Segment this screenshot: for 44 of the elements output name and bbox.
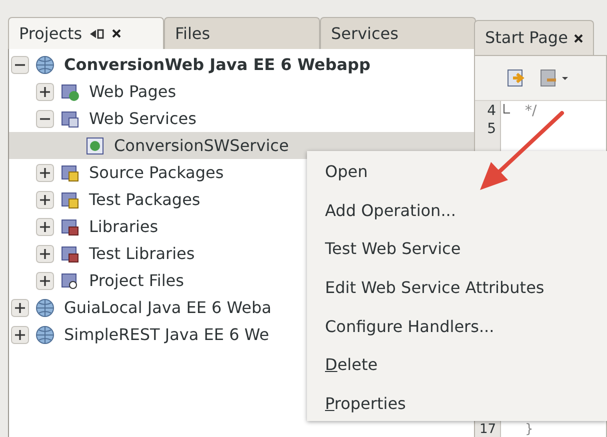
expand-icon[interactable]: [36, 218, 54, 236]
menu-item[interactable]: Configure Handlers...: [307, 308, 607, 346]
line-number: 17: [478, 423, 497, 437]
folder-icon: [60, 190, 80, 210]
folder-icon: [60, 82, 80, 102]
menu-item[interactable]: Test Web Service: [307, 230, 607, 270]
tree-item[interactable]: Web Services: [9, 105, 476, 132]
collapse-icon[interactable]: [11, 56, 29, 74]
close-icon: [112, 29, 122, 38]
editor-tab[interactable]: Start Page: [474, 20, 594, 55]
expand-icon[interactable]: [11, 326, 29, 344]
folder-icon: [60, 216, 80, 236]
tree-item[interactable]: ConversionWeb Java EE 6 Webapp: [9, 51, 476, 78]
expand-icon[interactable]: [36, 244, 54, 262]
minimize-icon: [90, 28, 104, 38]
globe-icon: [35, 324, 55, 344]
code-text: }: [525, 423, 534, 437]
panel-tab[interactable]: Services: [320, 17, 476, 49]
expand-icon[interactable]: [36, 272, 54, 290]
expand-icon[interactable]: [36, 190, 54, 208]
menu-item[interactable]: Edit Web Service Attributes: [307, 269, 607, 308]
globe-icon: [35, 54, 55, 74]
folder-icon: [60, 244, 80, 264]
expand-icon[interactable]: [36, 82, 54, 100]
menu-item[interactable]: Add Operation...: [307, 192, 607, 230]
collapse-icon[interactable]: [36, 110, 54, 128]
folder-icon: [60, 270, 80, 290]
panel-tab[interactable]: Projects: [8, 17, 164, 49]
close-icon: [574, 34, 583, 42]
code-text: */: [525, 102, 537, 119]
back-icon[interactable]: [505, 68, 525, 88]
expand-icon[interactable]: [11, 298, 29, 316]
history-icon[interactable]: [539, 68, 569, 88]
menu-item[interactable]: Delete: [307, 346, 607, 386]
folder-icon: [60, 162, 80, 182]
menu-item[interactable]: Properties: [307, 385, 607, 424]
service-icon: [85, 136, 105, 156]
folder-icon: [60, 108, 80, 128]
expand-icon[interactable]: [36, 164, 54, 182]
tree-item[interactable]: Web Pages: [9, 78, 476, 105]
line-number: 5: [486, 120, 497, 137]
line-number: 4: [486, 102, 497, 119]
globe-icon: [35, 298, 55, 318]
panel-tab[interactable]: Files: [164, 17, 320, 49]
